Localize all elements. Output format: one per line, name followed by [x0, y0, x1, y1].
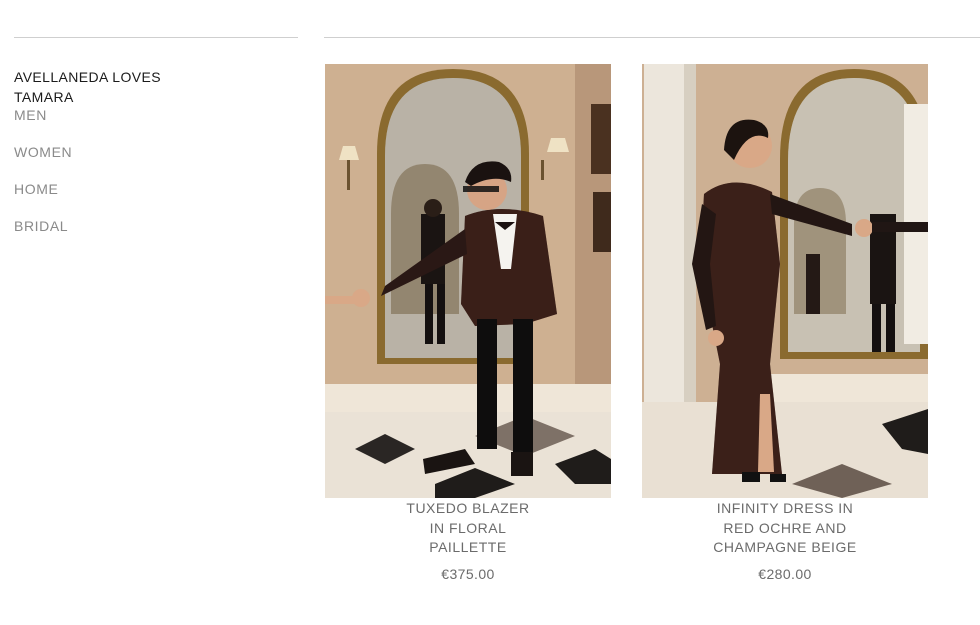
- content-divider: [324, 37, 980, 38]
- product-card-infinity-dress[interactable]: INFINITY DRESS IN RED OCHRE AND CHAMPAGN…: [642, 64, 928, 582]
- product-card-tuxedo-blazer[interactable]: TUXEDO BLAZER IN FLORAL PAILLETTE €375.0…: [325, 64, 611, 582]
- nav-item: BRIDAL: [14, 218, 254, 255]
- product-photo-tuxedo-blazer[interactable]: [325, 64, 611, 498]
- product-price: €375.00: [441, 565, 495, 582]
- nav-link-home[interactable]: HOME: [14, 181, 254, 218]
- category-nav: MEN WOMEN HOME BRIDAL: [14, 107, 254, 255]
- nav-item: WOMEN: [14, 144, 254, 181]
- product-name: TUXEDO BLAZER IN FLORAL PAILLETTE: [406, 500, 530, 555]
- product-name: INFINITY DRESS IN RED OCHRE AND CHAMPAGN…: [713, 500, 857, 555]
- product-price: €280.00: [758, 565, 812, 582]
- sidebar-brand-link[interactable]: AVELLANEDA LOVES TAMARA: [14, 67, 174, 107]
- nav-link-men[interactable]: MEN: [14, 107, 254, 144]
- product-listing-page: AVELLANEDA LOVES TAMARA MEN WOMEN HOME B…: [0, 0, 980, 625]
- nav-link-women[interactable]: WOMEN: [14, 144, 254, 181]
- nav-item: MEN: [14, 107, 254, 144]
- nav-link-bridal[interactable]: BRIDAL: [14, 218, 254, 255]
- sidebar-divider: [14, 37, 298, 38]
- photo-illustration: [325, 64, 611, 498]
- sidebar: AVELLANEDA LOVES TAMARA MEN WOMEN HOME B…: [14, 67, 254, 255]
- photo-illustration: [642, 64, 928, 498]
- nav-item: HOME: [14, 181, 254, 218]
- product-photo-infinity-dress[interactable]: [642, 64, 928, 498]
